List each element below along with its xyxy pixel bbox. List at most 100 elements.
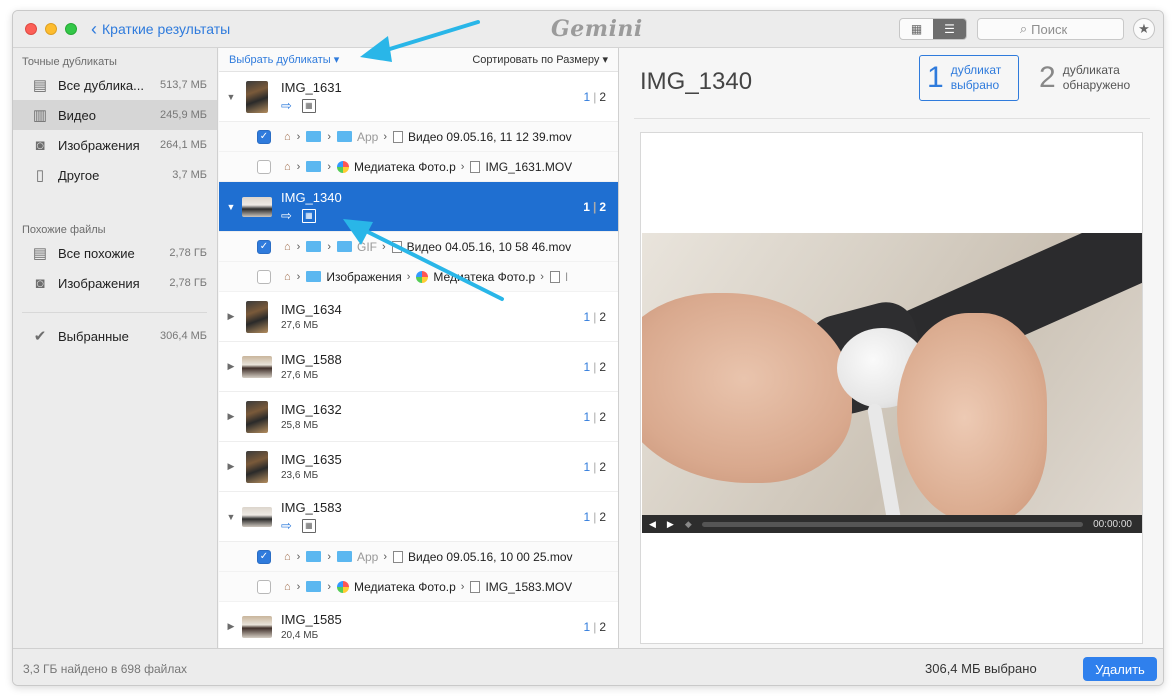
video-thumbnail [246,300,268,333]
file-checkbox[interactable] [257,579,271,594]
file-path-row[interactable]: ✓ ⌂ › › GIF › Видео 04.05.16, 10 58 46.mov [219,232,618,262]
photos-library-icon [416,270,429,283]
selection-counter: 1 | 2 [583,359,607,374]
file-path-row[interactable]: ⌂ › Изображения › Медиатека Фото.p › I [219,262,618,292]
search-box[interactable]: ⌕ [977,18,1124,40]
sidebar-item-label: Изображения [58,137,140,153]
path-folder: Изображения [326,269,402,284]
section-similar-files: Похожие файлы [22,224,106,236]
video-scrubber[interactable] [701,521,1084,527]
minimize-window-button[interactable] [45,23,57,35]
sidebar-divider [22,312,207,313]
disclosure-open-icon[interactable]: ▼ [220,202,242,212]
video-preview[interactable] [642,233,1142,515]
disclosure-closed-icon[interactable]: ▶ [220,461,242,472]
preview-frame: ◀ ▶ ◆ 00:00:00 [640,132,1143,644]
folder-icon [306,581,322,592]
disclosure-closed-icon[interactable]: ▶ [220,411,242,422]
group-row[interactable]: ▶ IMG_1632 25,8 МБ 1 | 2 [219,392,618,442]
sidebar-item-images[interactable]: ◙ Изображения 264,1 МБ [13,130,217,160]
film-icon: ▥ [32,107,48,124]
home-icon: ⌂ [284,580,291,593]
group-row[interactable]: ▶ IMG_1588 27,6 МБ 1 | 2 [219,342,618,392]
search-input[interactable] [1031,21,1082,37]
sidebar-item-selected[interactable]: ✔ Выбранные 306,4 МБ [13,321,217,351]
list-view-icon[interactable]: ☰ [933,19,966,39]
sidebar-item-label: Видео [58,107,96,123]
sidebar-item-other[interactable]: ▯ Другое 3,7 МБ [13,160,217,190]
close-window-button[interactable] [25,23,37,35]
path-folder: App [357,549,379,564]
found-label-2: обнаружено [1062,78,1131,92]
group-row[interactable]: ▶ IMG_1634 27,6 МБ 1 | 2 [219,292,618,342]
preview-title: IMG_1340 [640,68,753,95]
folder-icon [306,271,322,282]
group-size: 23,6 МБ [281,470,319,481]
maximize-window-button[interactable] [65,23,77,35]
file-checkbox[interactable] [257,159,271,174]
view-toggle: ▦ ☰ [899,18,967,40]
calculator-icon[interactable]: ▦ [301,208,316,223]
selection-counter: 1 | 2 [583,89,607,104]
file-checkbox[interactable]: ✓ [257,549,271,564]
play-icon[interactable]: ▶ [667,519,674,530]
calculator-icon[interactable]: ▦ [301,98,316,113]
volume-icon[interactable]: ◀ [649,519,656,530]
signpost-icon[interactable]: ⇨ [281,98,292,114]
delete-button[interactable]: Удалить [1083,657,1157,681]
found-label: дубликата [1062,63,1120,77]
file-checkbox[interactable] [257,269,271,284]
video-thumbnail [246,450,268,483]
group-row[interactable]: ▼ IMG_1631 ⇨ ▦ 1 | 2 [219,72,618,122]
disclosure-closed-icon[interactable]: ▶ [220,311,242,322]
path-file: I [564,269,569,284]
signpost-icon[interactable]: ⇨ [281,518,292,534]
sidebar-item-similar-images[interactable]: ◙ Изображения 2,78 ГБ [13,268,217,298]
file-checkbox[interactable]: ✓ [257,129,271,144]
check-circle-icon: ✔ [33,328,47,345]
sidebar-item-all-duplicates[interactable]: ▤ Все дублика... 513,7 МБ [13,70,217,100]
file-icon [393,550,404,563]
disclosure-closed-icon[interactable]: ▶ [220,621,242,632]
group-row[interactable]: ▶ IMG_1635 23,6 МБ 1 | 2 [219,442,618,492]
group-size: 27,6 МБ [281,370,319,381]
group-row[interactable]: ▶ IMG_1585 20,4 МБ 1 | 2 [219,602,618,648]
disclosure-closed-icon[interactable]: ▶ [220,361,242,372]
grid-view-icon[interactable]: ▦ [900,19,933,39]
sidebar-item-video[interactable]: ▥ Видео 245,9 МБ [13,100,217,130]
sidebar-item-size: 306,4 МБ [160,330,207,342]
select-duplicates-menu[interactable]: Выбрать дубликаты ▾ [229,53,339,66]
document-icon: ▯ [35,167,45,184]
back-button[interactable]: ‹ Краткие результаты [91,19,230,39]
selected-count: 1 [927,61,944,94]
video-scene-cable [866,402,902,515]
group-row-selected[interactable]: ▼ IMG_1340 ⇨ ▦ 1 | 2 [219,182,618,232]
path-folder: App [357,129,379,144]
group-size: 27,6 МБ [281,320,319,331]
group-name: IMG_1585 [281,612,342,627]
path-library: Медиатека Фото.p [433,269,536,284]
file-path-row[interactable]: ⌂ › › Медиатека Фото.p › IMG_1583.MOV [219,572,618,602]
calculator-icon[interactable]: ▦ [301,518,316,533]
sidebar-item-size: 3,7 МБ [172,169,207,181]
signpost-icon[interactable]: ⇨ [281,208,292,224]
file-icon [549,270,560,283]
sort-label: Сортировать по Размеру [472,54,600,66]
scrubber-knob-icon[interactable]: ◆ [685,519,692,530]
sort-menu[interactable]: Сортировать по Размеру ▾ [472,53,608,66]
file-path-row[interactable]: ✓ ⌂ › › App › Видео 09.05.16, 10 00 25.mov [219,542,618,572]
file-checkbox[interactable]: ✓ [257,239,271,254]
stack-icon: ▤ [32,245,48,262]
star-icon[interactable]: ★ [1133,18,1155,40]
app-window: ‹ Краткие результаты Gemini ▦ ☰ ⌕ ★ Точн… [12,10,1164,686]
disclosure-open-icon[interactable]: ▼ [220,92,242,102]
disclosure-open-icon[interactable]: ▼ [220,512,242,522]
group-name: IMG_1632 [281,402,342,417]
sidebar-item-all-similar[interactable]: ▤ Все похожие 2,78 ГБ [13,238,217,268]
file-path-row[interactable]: ⌂ › › Медиатека Фото.p › IMG_1631.MOV [219,152,618,182]
group-row[interactable]: ▼ IMG_1583 ⇨ ▦ 1 | 2 [219,492,618,542]
file-path-row[interactable]: ✓ ⌂ › › App › Видео 09.05.16, 11 12 39.mov [219,122,618,152]
preview-pane: IMG_1340 1 дубликат выбрано 2 дубликата об… [620,48,1163,648]
selected-label: дубликат [950,63,1002,77]
file-icon [393,130,404,143]
